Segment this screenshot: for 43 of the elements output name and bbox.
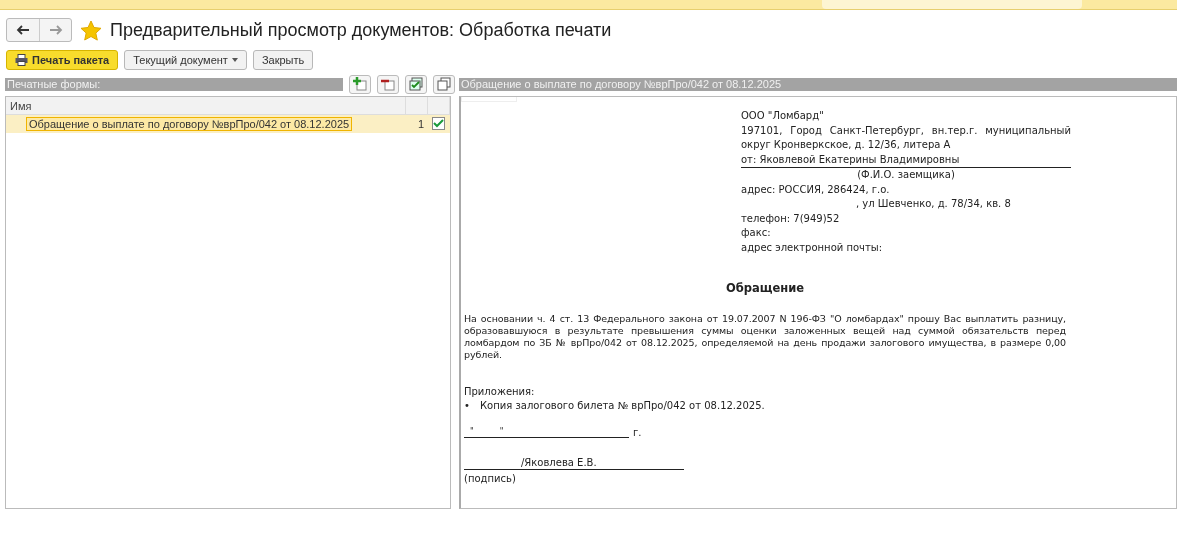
check-icon <box>433 119 444 128</box>
remove-page-icon <box>381 77 395 91</box>
check-all-button[interactable] <box>405 74 427 94</box>
document-heading: Обращение <box>724 281 806 295</box>
close-button[interactable]: Закрыть <box>252 50 314 70</box>
header-line: , ул Шевченко, д. 78/34, кв. 8 <box>855 197 1012 211</box>
window-title: Предварительный просмотр документов: Обработка печати <box>110 19 612 41</box>
checked-pages-icon <box>409 77 423 91</box>
printer-icon <box>15 54 28 66</box>
copy-icon <box>437 77 451 91</box>
preview-header: Обращение о выплате по договору №врПро/042 от 08.12.2025 <box>459 77 1177 91</box>
remove-button[interactable] <box>377 74 399 94</box>
year-suffix: г. <box>633 427 642 438</box>
copy-button[interactable] <box>433 74 455 94</box>
table-row[interactable]: Обращение о выплате по договору №врПро/042 от 08.12.2025 1 <box>6 115 450 133</box>
signature-caption: (подпись) <box>464 472 517 486</box>
attachment-item: Копия залогового билета № врПро/042 от 08.12.2025. <box>480 399 765 413</box>
attachments-label: Приложения: <box>464 385 536 399</box>
header-line: телефон: 7(949)52 <box>741 211 841 226</box>
print-button[interactable]: Печать пакета <box>6 50 119 70</box>
forward-arrow-icon <box>48 25 63 35</box>
quote-mark: " <box>499 427 504 437</box>
count-cell-text: 1 <box>416 117 425 132</box>
checkbox[interactable] <box>432 117 445 130</box>
dropdown-button[interactable]: Текущий документ <box>124 50 247 70</box>
field-caption: (Ф.И.О. заемщика) <box>856 168 956 182</box>
search-field[interactable] <box>822 0 1082 9</box>
body-paragraph: На основании ч. 4 ст. 13 Федерального закона от 19.07.2007 N 196-ФЗ "О ломбардах" прошу Вас выплатить разницу, образовавшуюся в результате превышения суммы оценки заложенных вещей над суммой обязательств перед ломбардом по ЗБ № врПро/042 от 08.12.2025, определяемой на день продажи залогового имущества, в размере 0,00 рублей. <box>464 313 1066 361</box>
header-line: адрес: РОССИЯ, 286424, г.о. <box>741 182 891 197</box>
header-line: от: Яковлевой Екатерины Владимировны <box>741 152 1071 168</box>
form-name-cell: Обращение о выплате по договору №врПро/042 от 08.12.2025 <box>26 117 353 131</box>
signature-line: /Яковлева Е.В. <box>464 456 684 470</box>
panel-header: Печатные формы: <box>5 77 343 91</box>
bullet-mark: • <box>464 399 471 413</box>
star-icon[interactable] <box>80 19 102 41</box>
header-line: адрес электронной почты: <box>741 240 884 255</box>
add-page-icon <box>353 77 367 91</box>
header-line: ООО "Ломбард" <box>741 109 825 123</box>
back-arrow-icon <box>16 25 30 35</box>
header-line: факс: <box>741 226 772 240</box>
quote-mark: " <box>470 427 474 437</box>
add-button[interactable] <box>349 74 371 94</box>
caret-icon <box>231 58 238 62</box>
